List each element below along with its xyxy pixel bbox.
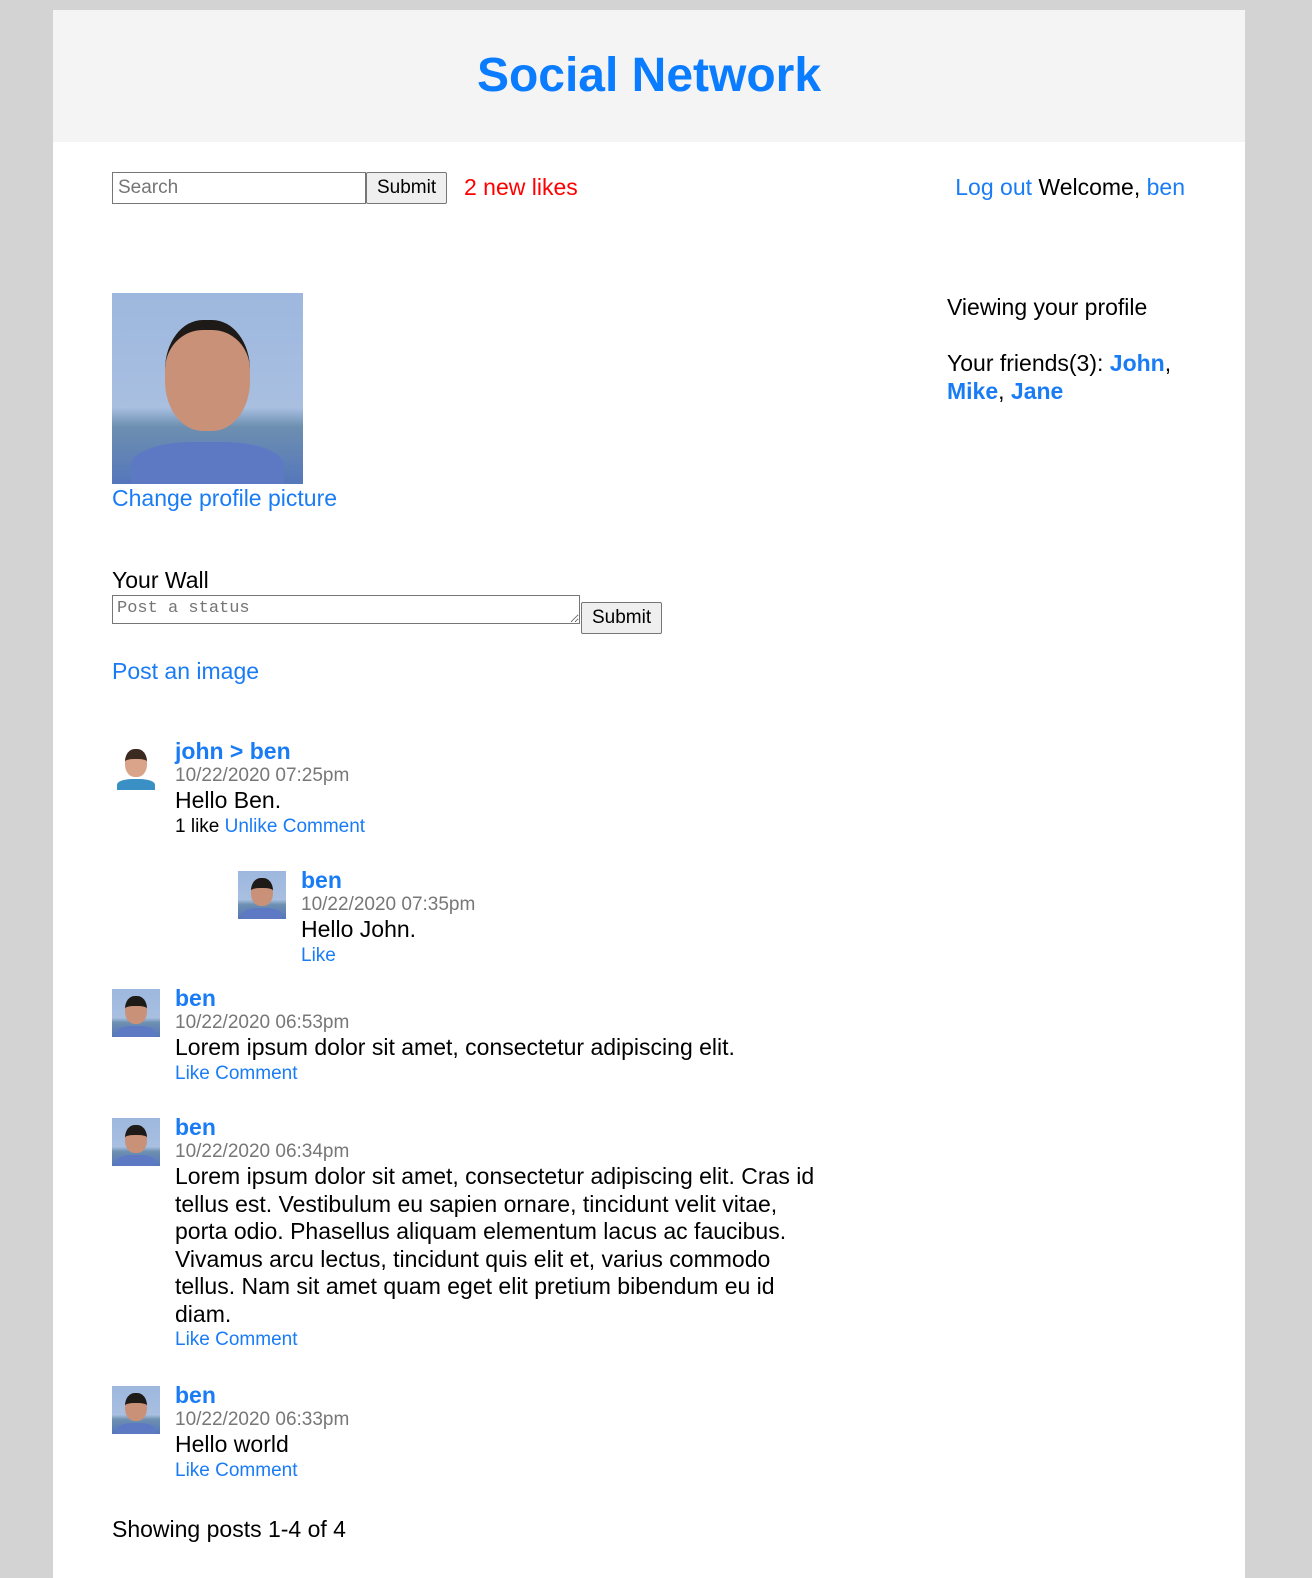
profile-picture xyxy=(112,293,303,484)
status-submit-button[interactable]: Submit xyxy=(581,602,663,634)
post-author-link[interactable]: ben xyxy=(175,1114,825,1141)
like-link[interactable]: Like xyxy=(301,945,336,966)
author-avatar xyxy=(238,871,286,919)
comment-link[interactable]: Comment xyxy=(215,1329,297,1350)
comment-link[interactable]: Comment xyxy=(215,1460,297,1481)
like-link[interactable]: Like xyxy=(175,1063,210,1084)
post-author-link[interactable]: john > ben xyxy=(175,738,825,765)
comment-link[interactable]: Comment xyxy=(283,816,365,837)
post-timestamp: 10/22/2020 06:53pm xyxy=(175,1012,350,1033)
site-title: Social Network xyxy=(476,49,822,102)
post-text: Lorem ipsum dolor sit amet, consectetur … xyxy=(175,1034,735,1060)
post-timestamp: 10/22/2020 07:35pm xyxy=(301,894,476,915)
like-link[interactable]: Like xyxy=(175,1329,210,1350)
post-text: Hello world xyxy=(175,1431,289,1457)
friend-link[interactable]: Jane xyxy=(1011,378,1063,404)
unlike-link[interactable]: Unlike xyxy=(225,816,278,837)
post-timestamp: 10/22/2020 06:34pm xyxy=(175,1141,350,1162)
friends-list: Your friends(3): John, Mike, Jane xyxy=(947,350,1172,404)
search-input[interactable] xyxy=(112,172,366,204)
new-likes-notification[interactable]: 2 new likes xyxy=(464,174,578,201)
like-count: 1 like xyxy=(175,815,220,837)
post-image-link[interactable]: Post an image xyxy=(112,658,259,685)
post-text: Lorem ipsum dolor sit amet, consectetur … xyxy=(175,1163,815,1327)
pagination-text: Showing posts 1-4 of 4 xyxy=(112,1516,346,1542)
post-author-link[interactable]: ben xyxy=(301,867,951,894)
change-profile-picture-link[interactable]: Change profile picture xyxy=(112,485,337,512)
viewing-profile-text: Viewing your profile xyxy=(947,294,1148,320)
username-link[interactable]: ben xyxy=(1147,174,1185,200)
welcome-text: Welcome, xyxy=(1038,174,1141,200)
author-avatar xyxy=(112,1386,160,1434)
search-submit-button[interactable]: Submit xyxy=(366,172,448,204)
post-author-link[interactable]: ben xyxy=(175,1382,825,1409)
author-avatar xyxy=(112,1118,160,1166)
friends-label: Your friends(3): xyxy=(947,350,1104,376)
post-text: Hello Ben. xyxy=(175,787,282,813)
post-timestamp: 10/22/2020 06:33pm xyxy=(175,1409,350,1430)
page: Social Network Submit 2 new likes Log ou… xyxy=(53,10,1245,1578)
wall-title: Your Wall xyxy=(112,567,209,593)
like-link[interactable]: Like xyxy=(175,1460,210,1481)
author-avatar xyxy=(112,742,160,790)
user-bar: Log out Welcome, ben xyxy=(955,174,1185,201)
friend-link[interactable]: Mike xyxy=(947,378,998,404)
author-avatar xyxy=(112,989,160,1037)
friend-link[interactable]: John xyxy=(1110,350,1165,376)
post-timestamp: 10/22/2020 07:25pm xyxy=(175,765,350,786)
site-header: Social Network xyxy=(53,10,1245,142)
logout-link[interactable]: Log out xyxy=(955,174,1032,200)
post-author-link[interactable]: ben xyxy=(175,985,825,1012)
status-input[interactable] xyxy=(112,595,580,624)
post-text: Hello John. xyxy=(301,916,417,942)
comment-link[interactable]: Comment xyxy=(215,1063,297,1084)
